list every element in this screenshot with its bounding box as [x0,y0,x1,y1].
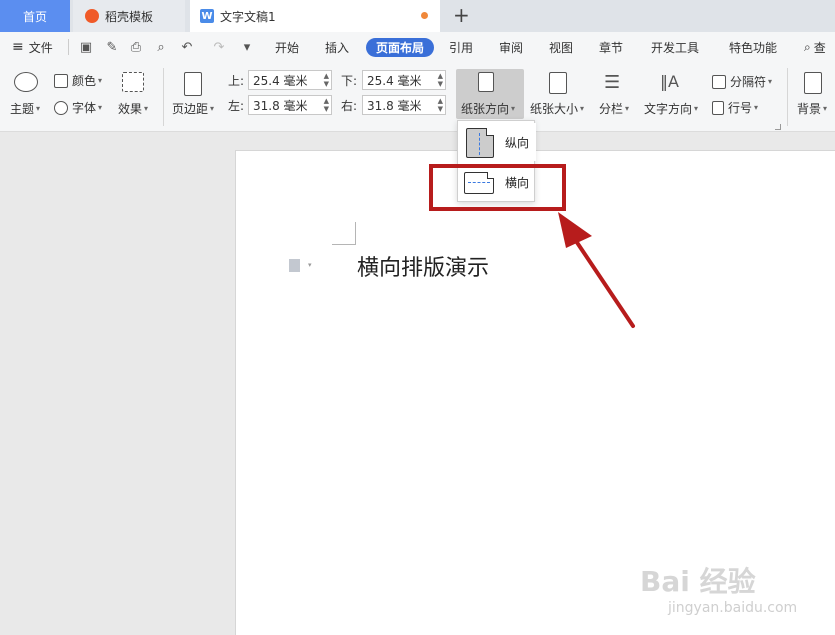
paper-size-icon[interactable] [549,72,567,94]
theme-label: 主题 [10,102,35,116]
spinner-icon[interactable]: ▲ ▼ [438,97,443,113]
columns-button[interactable]: 分栏 ▾ [599,100,629,117]
paper-size-label: 纸张大小 [530,102,579,116]
line-numbers-button[interactable]: 行号 ▾ [712,99,758,116]
left-margin-label: 左: [228,99,245,113]
watermark-logo: Bai 经验 [640,565,756,598]
document-text[interactable]: 横向排版演示 [357,250,489,282]
bottom-margin-label: 下: [341,74,358,88]
colors-label: 颜色 [72,74,97,88]
file-menu[interactable]: ≡ 文件 [12,32,53,62]
ribbon-divider [163,68,164,126]
menu-insert[interactable]: 插入 [325,32,349,62]
menu-start[interactable]: 开始 [275,32,299,62]
save-icon[interactable]: ▣ [77,38,95,56]
breaks-button[interactable]: 分隔符 ▾ [712,73,772,90]
line-numbers-icon [712,100,724,115]
orientation-button[interactable]: 纸张方向 ▾ [461,100,515,117]
print-preview-icon[interactable]: ⌕ [152,38,170,56]
right-margin-label: 右: [341,99,358,113]
chevron-down-icon[interactable]: ▾ [308,261,312,269]
tab-home-label: 首页 [22,9,47,24]
portrait-icon [466,128,494,158]
theme-button[interactable]: 主题 ▾ [10,100,40,117]
effects-label: 效果 [118,102,143,116]
file-menu-label: 文件 [28,40,53,55]
tab-template-label: 稻壳模板 [105,9,154,24]
breaks-icon [712,74,726,89]
margins-label: 页边距 [172,102,209,116]
left-margin-value: 31.8 毫米 [253,98,308,113]
right-margin-value: 31.8 毫米 [367,98,422,113]
menu-view[interactable]: 视图 [549,32,573,62]
paper-size-button[interactable]: 纸张大小 ▾ [530,100,584,117]
tab-document-label: 文字文稿1 [220,9,276,24]
fonts-label: 字体 [72,101,97,115]
menu-page-layout[interactable]: 页面布局 [366,38,435,57]
fonts-icon [54,100,68,115]
effects-button[interactable]: 效果 ▾ [118,100,148,117]
search-icon: ⌕ [804,39,811,54]
top-margin-input[interactable]: 25.4 毫米 ▲ ▼ [248,70,332,90]
paragraph-handle-icon[interactable] [289,259,300,272]
text-direction-label: 文字方向 [644,102,693,116]
redo-icon[interactable]: ↷ [210,38,228,56]
text-direction-icon[interactable]: ‖A [660,72,679,91]
bottom-margin-value: 25.4 毫米 [367,73,422,88]
margins-icon[interactable] [184,72,202,96]
menu-divider [68,39,69,55]
text-direction-button[interactable]: 文字方向 ▾ [644,100,698,117]
hamburger-icon: ≡ [12,39,24,55]
print-icon[interactable]: ⎙ [127,38,145,56]
orientation-portrait-option[interactable]: 纵向 [458,123,536,161]
ribbon-divider [787,68,788,126]
theme-icon[interactable] [14,72,38,92]
unsaved-dot-icon [421,12,428,19]
format-painter-icon[interactable]: ✎ [103,38,121,56]
annotation-arrow [558,212,635,328]
spinner-icon[interactable]: ▲ ▼ [438,72,443,88]
customize-toolbar-icon[interactable]: ▾ [238,38,256,56]
margin-corner-mark [355,222,356,245]
right-margin-input[interactable]: 31.8 毫米 ▲ ▼ [362,95,446,115]
breaks-label: 分隔符 [730,75,767,89]
line-numbers-label: 行号 [728,101,753,115]
menu-special[interactable]: 特色功能 [729,32,777,62]
spinner-icon[interactable]: ▲ ▼ [324,97,329,113]
menu-chapter[interactable]: 章节 [599,32,623,62]
effects-icon[interactable] [122,72,144,92]
docer-icon [85,9,99,23]
bottom-margin-input[interactable]: 25.4 毫米 ▲ ▼ [362,70,446,90]
colors-button[interactable]: 颜色 ▾ [54,72,102,89]
orientation-label: 纸张方向 [461,102,510,116]
background-label: 背景 [797,102,822,116]
new-tab-button[interactable]: + [453,3,470,27]
menu-references[interactable]: 引用 [449,32,473,62]
orientation-icon[interactable] [478,72,494,92]
tab-template[interactable]: 稻壳模板 [73,0,185,32]
margins-button[interactable]: 页边距 ▾ [172,100,214,117]
writer-doc-icon: W [200,9,214,23]
background-icon[interactable] [804,72,822,94]
background-button[interactable]: 背景 ▾ [797,100,827,117]
colors-icon [54,73,68,88]
watermark-url: jingyan.baidu.com [668,600,798,616]
columns-label: 分栏 [599,102,624,116]
menu-review[interactable]: 审阅 [499,32,523,62]
top-margin-value: 25.4 毫米 [253,73,308,88]
columns-icon[interactable]: ☰ [604,72,620,93]
left-margin-input[interactable]: 31.8 毫米 ▲ ▼ [248,95,332,115]
search-menu[interactable]: ⌕ 查 [804,32,826,62]
top-margin-label: 上: [228,74,245,88]
margin-corner-mark [332,244,356,245]
fonts-button[interactable]: 字体 ▾ [54,99,102,116]
portrait-label: 纵向 [505,135,530,150]
search-label: 查 [813,40,826,55]
tab-home[interactable]: 首页 [0,0,70,32]
menu-developer[interactable]: 开发工具 [651,32,699,62]
undo-icon[interactable]: ↶ [178,38,196,56]
tab-document[interactable]: W 文字文稿1 [190,0,440,32]
spinner-icon[interactable]: ▲ ▼ [324,72,329,88]
page-setup-launcher-icon[interactable] [775,124,781,130]
